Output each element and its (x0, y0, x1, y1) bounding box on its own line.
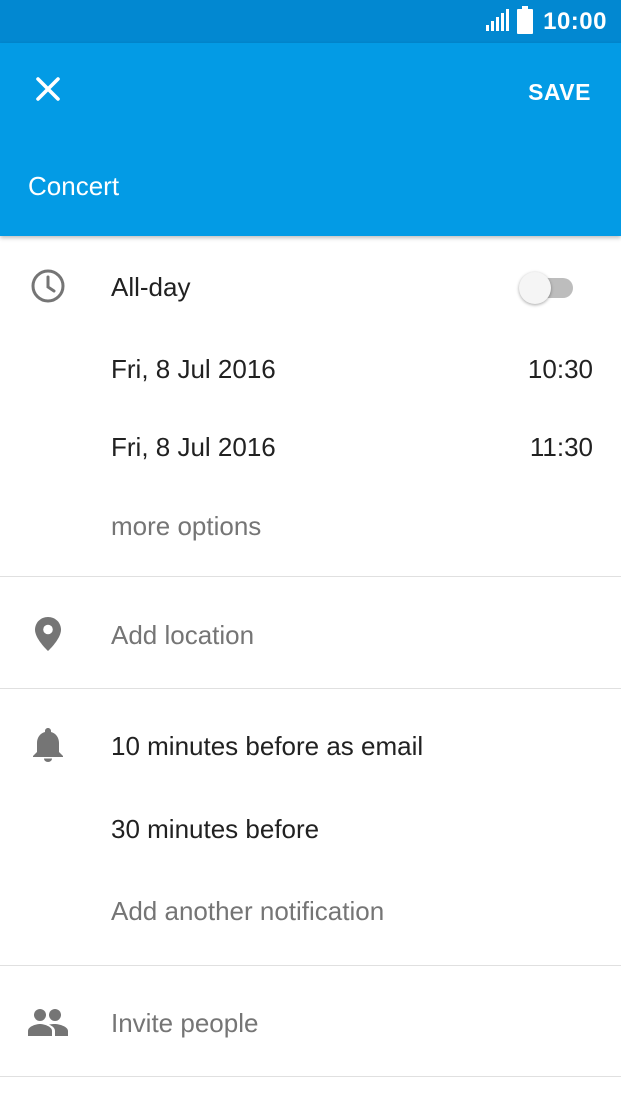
more-options-link[interactable]: more options (111, 511, 261, 542)
status-time: 10:00 (543, 8, 607, 35)
bell-icon (28, 724, 68, 764)
people-icon (28, 1002, 68, 1042)
add-location-field[interactable]: Add location (111, 620, 254, 651)
notification-item[interactable]: 30 minutes before (111, 814, 319, 845)
battery-icon (517, 5, 534, 39)
save-button[interactable]: SAVE (528, 79, 591, 106)
start-time[interactable]: 10:30 (528, 354, 593, 385)
close-icon (35, 76, 61, 107)
divider (0, 688, 621, 689)
divider (0, 576, 621, 577)
all-day-label: All-day (111, 272, 191, 302)
end-time[interactable]: 11:30 (530, 432, 593, 463)
divider (0, 965, 621, 966)
status-bar: 10:00 (0, 0, 621, 43)
divider (0, 1076, 621, 1077)
app-bar: SAVE (0, 43, 621, 236)
clock-icon (28, 266, 68, 306)
notification-item[interactable]: 10 minutes before as email (111, 731, 423, 762)
close-button[interactable] (28, 71, 68, 111)
invite-people-field[interactable]: Invite people (111, 1008, 258, 1039)
status-icons: 10:00 (485, 5, 607, 39)
add-notification-link[interactable]: Add another notification (111, 896, 384, 927)
toggle-thumb (519, 272, 551, 304)
event-title-input[interactable] (28, 171, 588, 202)
start-date[interactable]: Fri, 8 Jul 2016 (111, 354, 276, 385)
location-pin-icon (28, 614, 68, 654)
end-date[interactable]: Fri, 8 Jul 2016 (111, 432, 276, 463)
signal-icon (485, 8, 510, 37)
all-day-toggle[interactable] (519, 272, 575, 304)
